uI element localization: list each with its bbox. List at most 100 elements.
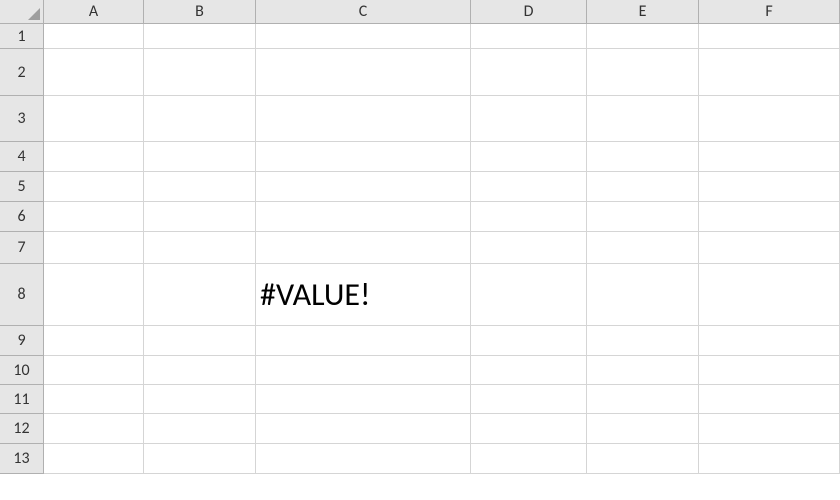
cell-D11[interactable] [471,385,587,414]
cell-E5[interactable] [587,172,699,202]
cell-D8[interactable] [471,264,587,326]
cell-F11[interactable] [699,385,840,414]
cell-D9[interactable] [471,326,587,356]
row-header-10[interactable]: 10 [0,356,44,385]
cell-C6[interactable] [256,202,471,232]
cell-B13[interactable] [144,444,256,474]
cell-F8[interactable] [699,264,840,326]
row-header-9[interactable]: 9 [0,326,44,356]
cell-C7[interactable] [256,232,471,264]
row-header-13[interactable]: 13 [0,444,44,474]
cell-E13[interactable] [587,444,699,474]
row-header-1[interactable]: 1 [0,24,44,49]
cell-B5[interactable] [144,172,256,202]
cell-F2[interactable] [699,49,840,96]
spreadsheet: ABCDEF 12345678910111213 #VALUE! [0,0,840,500]
cell-B8[interactable] [144,264,256,326]
cell-B10[interactable] [144,356,256,385]
row-header-5[interactable]: 5 [0,172,44,202]
cell-F12[interactable] [699,414,840,444]
row-header-12[interactable]: 12 [0,414,44,444]
cell-C10[interactable] [256,356,471,385]
cell-B6[interactable] [144,202,256,232]
cell-E7[interactable] [587,232,699,264]
cell-B12[interactable] [144,414,256,444]
cell-C4[interactable] [256,142,471,172]
cell-C1[interactable] [256,24,471,49]
cell-A10[interactable] [44,356,144,385]
row-header-7[interactable]: 7 [0,232,44,264]
cell-C8[interactable]: #VALUE! [256,264,471,326]
cell-A1[interactable] [44,24,144,49]
cell-B9[interactable] [144,326,256,356]
column-header-C[interactable]: C [256,0,471,24]
cell-D1[interactable] [471,24,587,49]
row-header-3[interactable]: 3 [0,96,44,142]
row-header-2[interactable]: 2 [0,49,44,96]
cell-E2[interactable] [587,49,699,96]
cell-A11[interactable] [44,385,144,414]
cell-F7[interactable] [699,232,840,264]
cell-D2[interactable] [471,49,587,96]
cell-A2[interactable] [44,49,144,96]
select-all-button[interactable] [0,0,44,24]
cell-E11[interactable] [587,385,699,414]
cell-C3[interactable] [256,96,471,142]
cell-E3[interactable] [587,96,699,142]
column-header-D[interactable]: D [471,0,587,24]
cell-C9[interactable] [256,326,471,356]
cell-D5[interactable] [471,172,587,202]
cell-F5[interactable] [699,172,840,202]
cell-F13[interactable] [699,444,840,474]
cell-A8[interactable] [44,264,144,326]
cell-A13[interactable] [44,444,144,474]
cell-B3[interactable] [144,96,256,142]
cell-B7[interactable] [144,232,256,264]
column-header-B[interactable]: B [144,0,256,24]
row-header-8[interactable]: 8 [0,264,44,326]
cell-A7[interactable] [44,232,144,264]
cell-F1[interactable] [699,24,840,49]
cell-A9[interactable] [44,326,144,356]
cell-E6[interactable] [587,202,699,232]
cell-D4[interactable] [471,142,587,172]
column-header-F[interactable]: F [699,0,840,24]
cell-F4[interactable] [699,142,840,172]
row-header-4[interactable]: 4 [0,142,44,172]
column-header-E[interactable]: E [587,0,699,24]
cell-A6[interactable] [44,202,144,232]
cell-E1[interactable] [587,24,699,49]
cell-F10[interactable] [699,356,840,385]
cell-A12[interactable] [44,414,144,444]
cell-E8[interactable] [587,264,699,326]
cell-E12[interactable] [587,414,699,444]
cell-E4[interactable] [587,142,699,172]
cell-B1[interactable] [144,24,256,49]
cell-E9[interactable] [587,326,699,356]
cell-D13[interactable] [471,444,587,474]
cell-D10[interactable] [471,356,587,385]
column-header-A[interactable]: A [44,0,144,24]
cell-A3[interactable] [44,96,144,142]
cell-C5[interactable] [256,172,471,202]
cell-F6[interactable] [699,202,840,232]
cell-D6[interactable] [471,202,587,232]
cell-D12[interactable] [471,414,587,444]
cell-A5[interactable] [44,172,144,202]
cell-grid: #VALUE! [44,24,840,500]
cell-C2[interactable] [256,49,471,96]
row-header-6[interactable]: 6 [0,202,44,232]
cell-C11[interactable] [256,385,471,414]
cell-B11[interactable] [144,385,256,414]
row-header-11[interactable]: 11 [0,385,44,414]
cell-F3[interactable] [699,96,840,142]
cell-A4[interactable] [44,142,144,172]
cell-B4[interactable] [144,142,256,172]
cell-F9[interactable] [699,326,840,356]
cell-C13[interactable] [256,444,471,474]
cell-D7[interactable] [471,232,587,264]
cell-D3[interactable] [471,96,587,142]
cell-C12[interactable] [256,414,471,444]
cell-E10[interactable] [587,356,699,385]
cell-B2[interactable] [144,49,256,96]
